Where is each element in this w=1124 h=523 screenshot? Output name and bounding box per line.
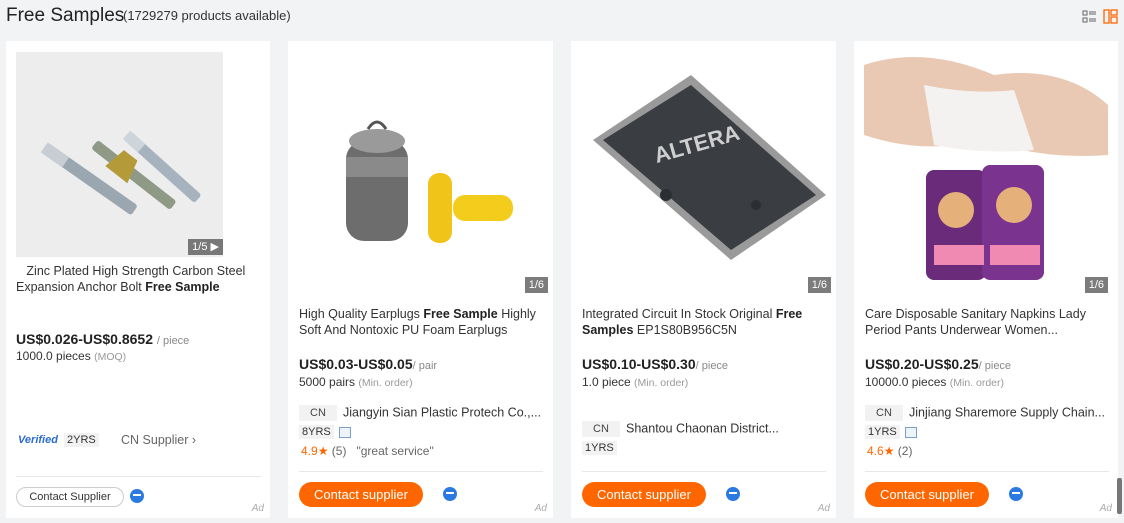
list-view-icon[interactable]: [1082, 9, 1097, 24]
min-order: 5000 pairs (Min. order): [299, 375, 413, 389]
supplier-name[interactable]: CN Jiangyin Sian Plastic Protech Co.,...: [299, 405, 549, 421]
chat-icon[interactable]: [443, 487, 457, 501]
product-image[interactable]: 1/5 ▶: [16, 52, 223, 257]
country-flag: CN: [865, 405, 903, 421]
country-flag: CN: [299, 405, 337, 421]
ad-label: Ad: [1099, 503, 1112, 514]
certificate-icon: [905, 427, 917, 438]
product-price: US$0.026-US$0.8652 / piece: [16, 331, 190, 347]
product-card[interactable]: 1/6 Care Disposable Sanitary Napkins Lad…: [854, 41, 1118, 518]
supplier-years: 1YRS: [865, 425, 900, 439]
divider: [582, 471, 826, 472]
view-toggle: [1082, 9, 1118, 24]
chat-icon[interactable]: [130, 489, 144, 503]
product-title[interactable]: Zinc Plated High Strength Carbon Steel E…: [16, 263, 261, 295]
product-image[interactable]: 1/6: [864, 45, 1108, 295]
min-order: 1.0 piece (Min. order): [582, 375, 689, 389]
chat-icon[interactable]: [726, 487, 740, 501]
min-order: 1000.0 pieces (MOQ): [16, 349, 127, 363]
supplier-years: 2YRS: [64, 433, 99, 447]
results-header: Free Samples (1729279 products available…: [0, 0, 1124, 36]
supplier-rating: 4.6★ (2): [867, 444, 913, 458]
product-card[interactable]: 1/6 High Quality Earplugs Free Sample Hi…: [288, 41, 553, 518]
ad-label: Ad: [534, 503, 547, 514]
supplier-name[interactable]: CN Shantou Chaonan District...: [582, 421, 832, 437]
product-title[interactable]: High Quality Earplugs Free Sample Highly…: [299, 306, 547, 338]
star-icon: ★: [883, 444, 895, 458]
ad-label: Ad: [251, 503, 264, 514]
product-price: US$0.03-US$0.05/ pair: [299, 356, 438, 372]
image-counter: 1/6: [807, 277, 831, 293]
grid-view-icon[interactable]: [1103, 9, 1118, 24]
country-flag: CN: [582, 421, 620, 437]
contact-supplier-button[interactable]: Contact supplier: [582, 482, 706, 507]
contact-supplier-button[interactable]: Contact supplier: [299, 482, 423, 507]
product-price: US$0.20-US$0.25/ piece: [865, 356, 1012, 372]
page-title: Free Samples: [6, 5, 125, 26]
product-image[interactable]: 1/6: [298, 45, 548, 295]
supplier-years: 8YRS: [299, 425, 334, 439]
certificate-icon: [339, 427, 351, 438]
video-play-icon[interactable]: ▶: [211, 241, 219, 253]
chevron-right-icon: ›: [191, 433, 197, 447]
supplier-rating: 4.9★ (5) "great service": [301, 444, 434, 458]
verified-badge: Verified: [18, 434, 58, 446]
product-image[interactable]: ALTERA 1/6: [581, 45, 831, 295]
divider: [299, 471, 543, 472]
product-title[interactable]: Integrated Circuit In Stock Original Fre…: [582, 306, 830, 338]
contact-supplier-button[interactable]: Contact supplier: [865, 482, 989, 507]
supplier-type-link[interactable]: CN Supplier ›: [121, 433, 196, 447]
chat-icon[interactable]: [1009, 487, 1023, 501]
supplier-name[interactable]: CN Jinjiang Sharemore Supply Chain...: [865, 405, 1115, 421]
image-counter: 1/5 ▶: [188, 239, 223, 255]
scrollbar[interactable]: [1117, 478, 1122, 514]
ad-label: Ad: [817, 503, 830, 514]
image-counter: 1/6: [524, 277, 548, 293]
product-card[interactable]: 1/5 ▶ Zinc Plated High Strength Carbon S…: [6, 41, 270, 518]
product-price: US$0.10-US$0.30/ piece: [582, 356, 729, 372]
product-title[interactable]: Care Disposable Sanitary Napkins Lady Pe…: [865, 306, 1110, 338]
min-order: 10000.0 pieces (Min. order): [865, 375, 1005, 389]
review-quote: "great service": [356, 444, 434, 458]
divider: [16, 476, 261, 477]
supplier-years: 1YRS: [582, 441, 617, 455]
divider: [865, 471, 1109, 472]
image-counter: 1/6: [1084, 277, 1108, 293]
product-card[interactable]: ALTERA 1/6 Integrated Circuit In Stock O…: [571, 41, 836, 518]
product-count: (1729279 products available): [123, 8, 291, 23]
star-icon: ★: [317, 444, 329, 458]
contact-supplier-button[interactable]: Contact Supplier: [16, 487, 124, 507]
